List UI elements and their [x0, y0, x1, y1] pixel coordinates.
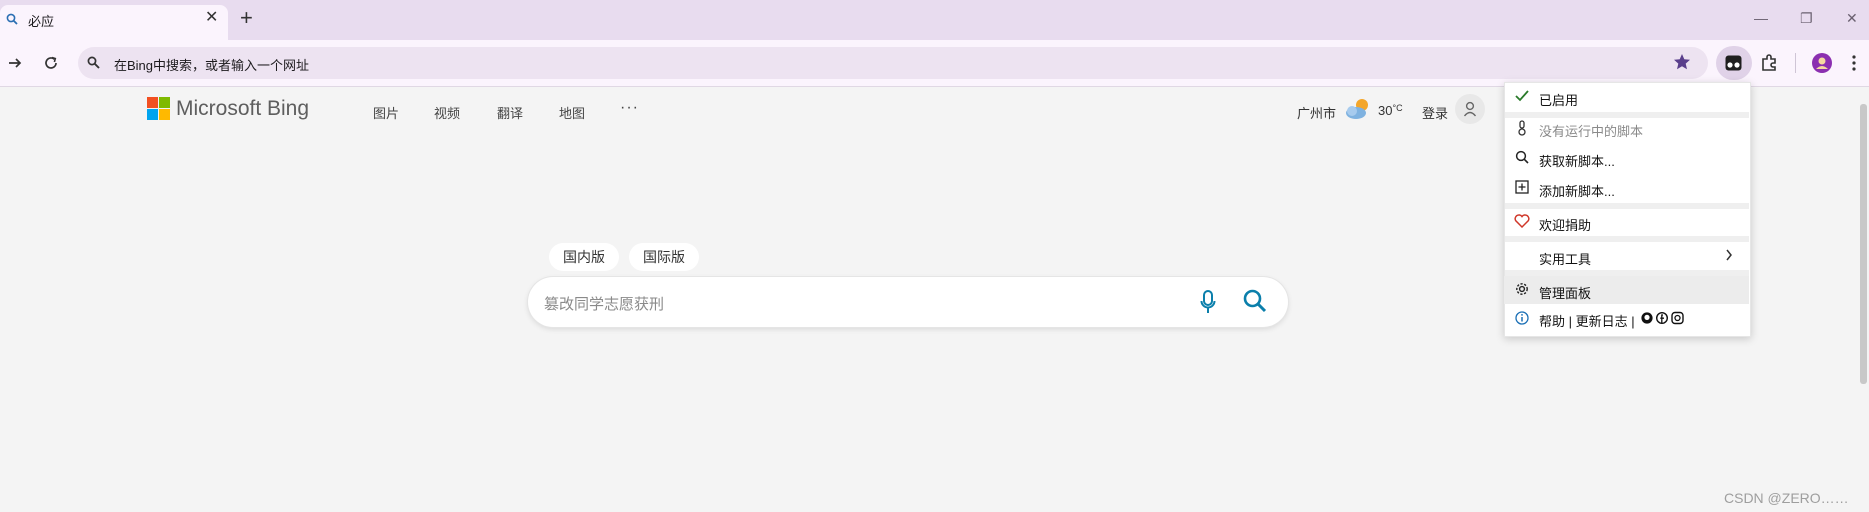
help-separator: | [1568, 314, 1573, 329]
window-close-button[interactable]: ✕ [1846, 10, 1858, 27]
scope-domestic[interactable]: 国内版 [549, 243, 619, 271]
add-square-icon [1515, 180, 1529, 194]
csdn-watermark: CSDN @ZERO…… [1724, 490, 1849, 506]
login-link[interactable]: 登录 [1422, 103, 1448, 122]
address-bar[interactable] [78, 47, 1708, 79]
page-scrollbar[interactable] [1860, 104, 1867, 384]
user-icon [1463, 101, 1477, 117]
search-submit-icon[interactable] [1243, 289, 1267, 313]
search-icon [87, 56, 100, 69]
nav-maps[interactable]: 地图 [559, 103, 585, 122]
extensions-puzzle-icon[interactable] [1760, 54, 1778, 72]
weather-city[interactable]: 广州市 [1297, 103, 1336, 122]
social-icons [1641, 311, 1684, 325]
more-menu-icon[interactable] [1851, 53, 1857, 73]
help-row: 帮助 | 更新日志 | [1539, 311, 1635, 330]
info-icon [1515, 311, 1529, 325]
bookmark-star-icon[interactable] [1673, 53, 1691, 71]
search-icon [1515, 150, 1529, 164]
menu-label-utilities: 实用工具 [1539, 252, 1592, 267]
menu-label-no-scripts: 没有运行中的脚本 [1539, 124, 1644, 139]
tampermonkey-icon [1725, 55, 1742, 71]
restore-button[interactable]: ❐ [1800, 10, 1813, 27]
weather-temp-value: 30 [1378, 103, 1393, 118]
new-tab-button[interactable]: + [240, 5, 253, 31]
script-info-icon [1518, 120, 1526, 136]
profile-avatar[interactable] [1812, 53, 1832, 73]
instagram-icon [1671, 311, 1684, 325]
nav-more[interactable]: ··· [620, 99, 639, 117]
menu-label-get-scripts: 获取新脚本... [1539, 154, 1615, 169]
menu-label-enabled: 已启用 [1539, 93, 1579, 108]
gear-icon [1516, 283, 1528, 295]
help-separator: | [1631, 314, 1635, 329]
chevron-right-icon [1726, 249, 1732, 261]
menu-label-add-script: 添加新脚本... [1539, 184, 1615, 199]
scope-international[interactable]: 国际版 [629, 243, 699, 271]
microphone-icon[interactable] [1200, 290, 1216, 314]
menu-label-dashboard: 管理面板 [1539, 286, 1592, 301]
menu-separator [1505, 112, 1749, 118]
heart-icon [1514, 214, 1530, 228]
tab-close-icon[interactable]: ✕ [205, 7, 218, 27]
tab-title: 必应 [28, 14, 55, 29]
search-favicon-icon [6, 13, 18, 25]
reload-icon[interactable] [43, 55, 59, 71]
cloudy-sun-icon[interactable] [1343, 96, 1373, 124]
address-text[interactable]: 在Bing中搜索，或者输入一个网址 [114, 55, 309, 74]
tab-strip [0, 0, 1869, 40]
menu-label-donate: 欢迎捐助 [1539, 218, 1592, 233]
nav-videos[interactable]: 视频 [434, 103, 460, 122]
nav-images[interactable]: 图片 [373, 103, 399, 122]
weather-temp-unit: °C [1392, 103, 1403, 113]
search-input[interactable]: 篡改同学志愿获刑 [544, 293, 664, 314]
toolbar-divider [1795, 53, 1796, 73]
bing-brand[interactable]: Microsoft Bing [176, 97, 309, 121]
help-link[interactable]: 帮助 [1539, 314, 1565, 329]
facebook-icon [1655, 311, 1669, 325]
github-icon [1641, 312, 1653, 324]
nav-translate[interactable]: 翻译 [497, 103, 523, 122]
weather-temp: 30°C [1378, 103, 1403, 118]
checkmark-icon [1515, 90, 1529, 102]
forward-arrow-icon[interactable] [7, 55, 23, 71]
minimize-button[interactable]: — [1754, 10, 1768, 26]
changelog-link[interactable]: 更新日志 [1576, 314, 1628, 329]
